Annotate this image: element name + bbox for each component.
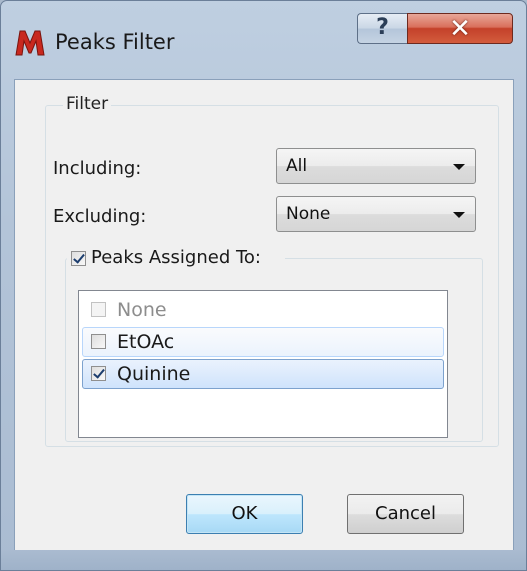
cancel-button[interactable]: Cancel [347, 494, 464, 534]
chevron-down-icon [453, 212, 465, 218]
including-dropdown[interactable]: All [276, 148, 476, 184]
excluding-value: None [286, 204, 331, 224]
including-value: All [286, 156, 308, 176]
peaks-assigned-checkbox[interactable] [71, 251, 86, 266]
title-bar[interactable]: Peaks Filter ? ✕ [1, 1, 526, 79]
peaks-filter-dialog: Peaks Filter ? ✕ Filter Including: All E… [0, 0, 527, 571]
list-item-label: EtOAc [117, 331, 175, 353]
including-label: Including: [53, 158, 142, 179]
list-item-label: None [117, 299, 167, 321]
list-item-quinine[interactable]: Quinine [82, 359, 444, 389]
list-item-checkbox[interactable] [91, 334, 106, 349]
close-icon: ✕ [449, 14, 471, 44]
excluding-label: Excluding: [53, 206, 147, 227]
list-item-none[interactable]: None [82, 295, 444, 325]
ok-button[interactable]: OK [186, 494, 303, 534]
app-logo-icon [15, 30, 45, 56]
list-item-etoac[interactable]: EtOAc [82, 327, 444, 357]
peaks-assigned-label: Peaks Assigned To: [91, 247, 261, 268]
chevron-down-icon [453, 164, 465, 170]
list-item-checkbox[interactable] [91, 302, 106, 317]
help-button[interactable]: ? [357, 13, 407, 44]
dialog-client-area: Filter Including: All Excluding: None Pe… [14, 79, 514, 551]
list-item-label: Quinine [117, 363, 191, 385]
window-bottom-border [1, 550, 526, 570]
close-button[interactable]: ✕ [407, 13, 513, 44]
help-icon: ? [376, 15, 389, 40]
peaks-assigned-header[interactable]: Peaks Assigned To: [67, 246, 285, 272]
filter-group-label: Filter [63, 94, 112, 114]
excluding-dropdown[interactable]: None [276, 196, 476, 232]
assignment-listbox[interactable]: None EtOAc Quinine [78, 290, 448, 438]
list-item-checkbox[interactable] [91, 366, 106, 381]
window-title: Peaks Filter [55, 30, 175, 54]
